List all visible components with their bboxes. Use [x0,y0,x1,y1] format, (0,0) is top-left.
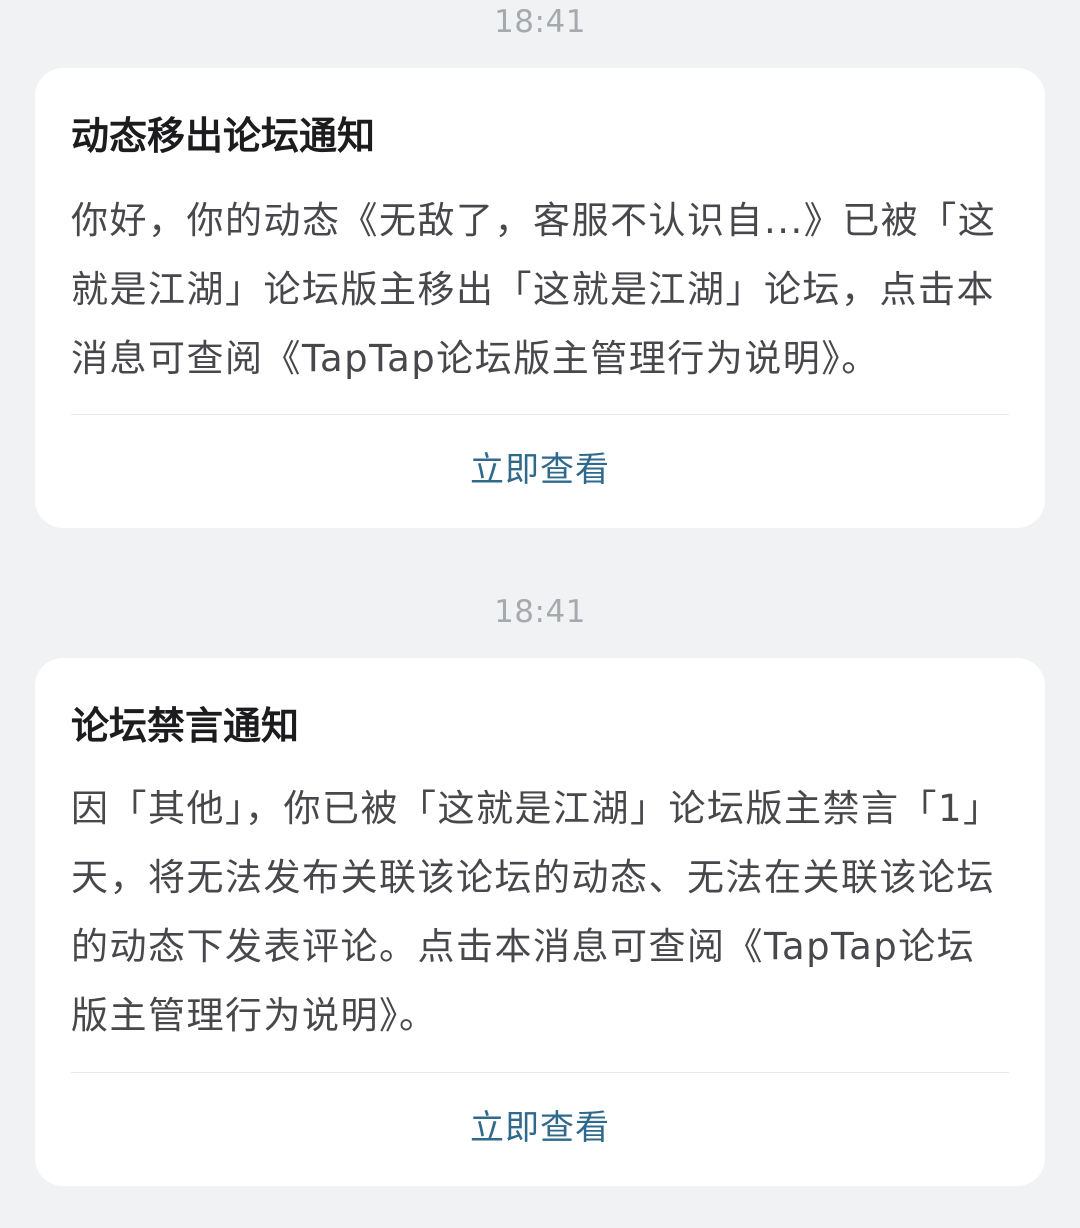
notification-feed: 18:41 动态移出论坛通知 你好，你的动态《无敌了，客服不认识自...》已被「… [0,0,1080,1228]
card-divider [71,414,1009,415]
view-now-button[interactable]: 立即查看 [35,1106,1045,1150]
notification-title: 动态移出论坛通知 [71,114,376,158]
notification-title: 论坛禁言通知 [71,704,300,748]
view-now-button[interactable]: 立即查看 [35,448,1045,492]
notification-body: 你好，你的动态《无敌了，客服不认识自...》已被「这就是江湖」论坛版主移出「这就… [71,199,997,380]
notification-card-muted[interactable]: 论坛禁言通知 因「其他」，你已被「这就是江湖」论坛版主禁言「1」天，将无法发布关… [35,658,1045,1186]
message-timestamp: 18:41 [494,594,586,630]
message-timestamp: 18:41 [494,4,586,40]
notification-card-post-removed[interactable]: 动态移出论坛通知 你好，你的动态《无敌了，客服不认识自...》已被「这就是江湖」… [35,68,1045,528]
notification-body: 因「其他」，你已被「这就是江湖」论坛版主禁言「1」天，将无法发布关联该论坛的动态… [71,787,1002,1037]
card-divider [71,1072,1009,1073]
